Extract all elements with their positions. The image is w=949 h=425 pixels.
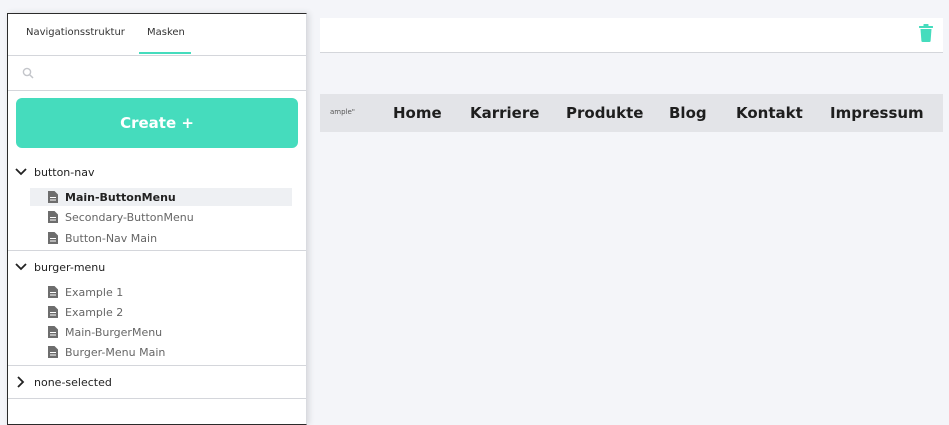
content-header [320,18,943,53]
item-label: Main-ButtonMenu [65,190,176,204]
list-item-main-burgermenu[interactable]: Main-BurgerMenu [30,323,292,341]
nav-link-karriere[interactable]: Karriere [470,104,539,122]
chevron-down-icon [15,168,27,176]
search-icon [22,67,34,79]
nav-link-kontakt[interactable]: Kontakt [736,104,803,122]
list-item-main-buttonmenu[interactable]: Main-ButtonMenu [30,188,292,206]
group-label: none-selected [34,375,112,389]
item-label: Burger-Menu Main [65,345,166,359]
list-item-secondary-buttonmenu[interactable]: Secondary-ButtonMenu [30,208,292,226]
example-tag: ample" [330,108,356,116]
nav-link-blog[interactable]: Blog [669,104,707,122]
group-burger-menu[interactable]: burger-menu [14,258,105,276]
active-tab-indicator [139,52,191,54]
divider [8,365,306,366]
chevron-right-icon [17,376,25,388]
item-label: Example 2 [65,305,124,319]
top-strip [0,0,949,14]
divider [8,398,306,399]
nav-link-produkte[interactable]: Produkte [566,104,643,122]
nav-link-home[interactable]: Home [393,104,442,122]
search-input[interactable] [42,62,296,84]
tab-masks[interactable]: Masken [147,27,185,38]
document-icon [48,326,58,338]
list-item-example-1[interactable]: Example 1 [30,283,292,301]
tab-navigation-structure[interactable]: Navigationsstruktur [26,27,125,38]
create-button[interactable]: Create + [16,98,298,148]
document-icon [48,346,58,358]
group-none-selected[interactable]: none-selected [14,373,112,391]
divider [8,250,306,251]
document-icon [48,286,58,298]
search-bar [8,56,306,91]
tab-bar: Navigationsstruktur Masken [8,14,306,56]
item-label: Main-BurgerMenu [65,325,163,339]
trash-icon[interactable] [919,24,933,42]
document-icon [48,191,58,203]
document-icon [48,232,58,244]
list-item-button-nav-main[interactable]: Button-Nav Main [30,229,292,247]
document-icon [48,306,58,318]
preview-navbar: ample" Home Karriere Produkte Blog Konta… [320,94,943,132]
document-icon [48,211,58,223]
item-label: Button-Nav Main [65,231,158,245]
list-item-example-2[interactable]: Example 2 [30,303,292,321]
nav-link-impressum[interactable]: Impressum [830,104,924,122]
chevron-down-icon [15,263,27,271]
sidebar: Navigationsstruktur Masken Create + butt… [7,13,307,425]
group-label: button-nav [34,165,95,179]
group-label: burger-menu [34,260,106,274]
item-label: Example 1 [65,285,124,299]
item-label: Secondary-ButtonMenu [65,210,194,224]
group-button-nav[interactable]: button-nav [14,163,94,181]
list-item-burger-menu-main[interactable]: Burger-Menu Main [30,343,292,361]
